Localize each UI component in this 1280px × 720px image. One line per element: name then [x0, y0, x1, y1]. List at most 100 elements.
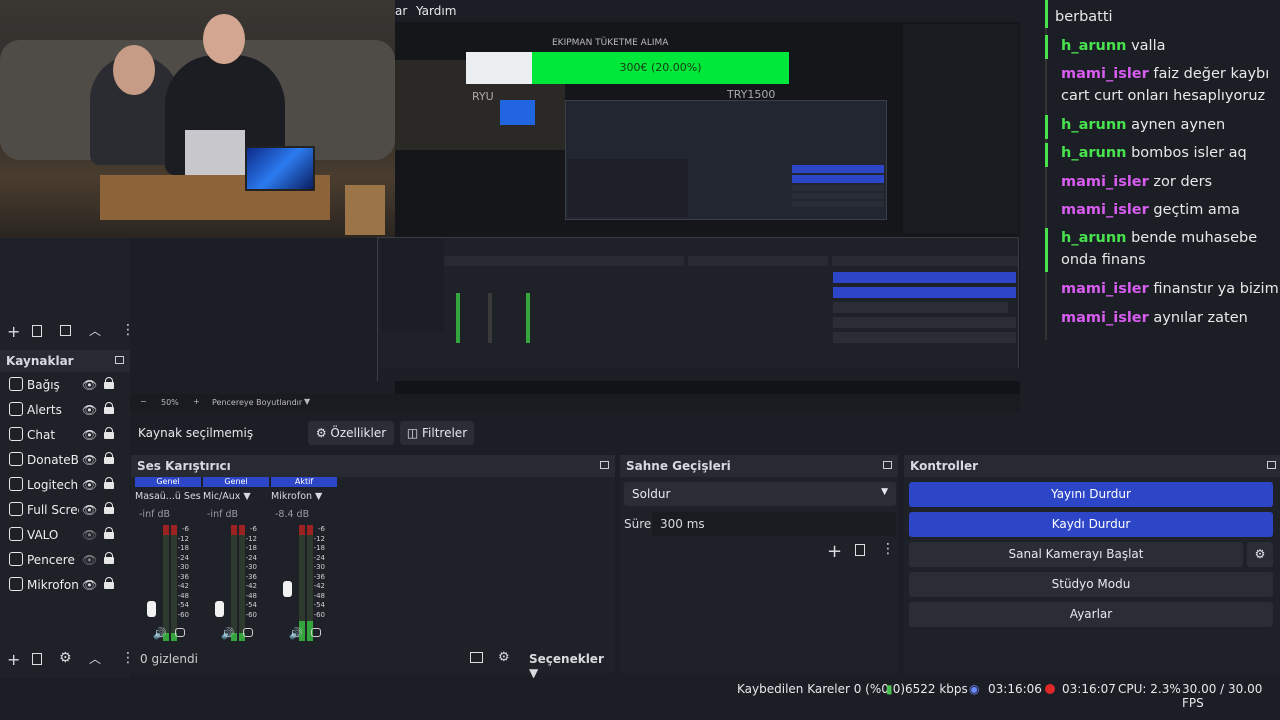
virtual-camera-button[interactable]: Sanal Kamerayı Başlat — [909, 542, 1243, 567]
move-up-icon[interactable]: ︿ — [89, 322, 101, 339]
channel-select[interactable]: Mikrofon ▼ — [271, 491, 341, 502]
menu-bar: ar Yardım — [395, 0, 1020, 22]
source-label: Mikrofon — [27, 578, 79, 592]
source-item[interactable]: Full Screen👁 — [0, 498, 130, 523]
lock-icon[interactable] — [104, 452, 114, 464]
source-label: Alerts — [27, 403, 62, 417]
zoom-out-button[interactable]: − — [140, 397, 147, 406]
undock-icon[interactable] — [883, 461, 892, 469]
gear-icon[interactable]: ⚙ — [1247, 542, 1273, 567]
eye-icon[interactable]: 👁 — [82, 403, 97, 417]
dropped-frames: Kaybedilen Kareler 0 (%0.0) — [737, 682, 906, 696]
stop-stream-button[interactable]: Yayını Durdur — [909, 482, 1273, 507]
source-item[interactable]: VALO 👁 — [0, 523, 130, 548]
speaker-icon[interactable]: 🔊 — [289, 627, 303, 640]
transition-select[interactable]: Soldur ▼ — [624, 482, 896, 506]
more-icon[interactable]: ⋮ — [121, 322, 135, 338]
move-up-icon[interactable]: ︿ — [89, 650, 101, 667]
remove-source-icon[interactable] — [32, 653, 42, 665]
lock-icon[interactable] — [104, 427, 114, 439]
source-item[interactable]: DonateBa👁 — [0, 448, 130, 473]
chevron-down-icon[interactable]: ▼ — [304, 397, 310, 406]
scenes-toolbar: + ︿ ⋮ — [0, 322, 135, 344]
source-item[interactable]: Bağış 👁 — [0, 373, 130, 398]
eye-icon[interactable]: 👁 — [82, 578, 97, 592]
studio-mode-button[interactable]: Stüdyo Modu — [909, 572, 1273, 597]
options-dropdown[interactable]: Seçenekler ▼ — [529, 652, 615, 680]
gear-icon[interactable]: ⚙ — [498, 650, 510, 665]
nested-chat-copy — [903, 24, 1018, 234]
sources-header: Kaynaklar — [0, 350, 130, 372]
bitrate: 6522 kbps — [905, 682, 968, 696]
audio-settings-icon[interactable] — [243, 628, 253, 637]
stream-icon: ◉ — [969, 682, 980, 696]
undock-icon[interactable] — [1267, 461, 1276, 469]
zoom-in-button[interactable]: + — [193, 397, 200, 406]
volume-fader[interactable] — [283, 581, 292, 597]
more-icon[interactable]: ⋮ — [881, 541, 895, 557]
meter-tick: -54 — [313, 601, 325, 609]
meter-tick: -12 — [313, 534, 325, 543]
undock-icon[interactable] — [600, 461, 609, 469]
volume-fader[interactable] — [147, 601, 156, 617]
remove-transition-icon[interactable] — [855, 544, 865, 556]
add-source-icon[interactable]: + — [7, 650, 20, 669]
stop-recording-button[interactable]: Kaydı Durdur — [909, 512, 1273, 537]
meter-tick: -24 — [245, 553, 257, 562]
channel-tag: Genel — [135, 477, 201, 487]
chat-text: finanstır ya bizim — [1153, 281, 1279, 297]
lock-icon[interactable] — [104, 402, 114, 414]
gear-icon[interactable]: ⚙ — [59, 650, 72, 666]
layout-icon[interactable] — [470, 652, 483, 663]
mixer-header: Ses Karıştırıcı — [131, 455, 615, 477]
settings-button[interactable]: Ayarlar — [909, 602, 1273, 627]
lock-icon[interactable] — [104, 377, 114, 389]
eye-icon[interactable]: 👁 — [82, 378, 97, 392]
volume-fader[interactable] — [215, 601, 224, 617]
lock-icon[interactable] — [104, 552, 114, 564]
source-item[interactable]: Logitech 👁 — [0, 473, 130, 498]
source-item[interactable]: Pencere Y👁 — [0, 548, 130, 573]
channel-select[interactable]: Masaü...ü Ses ▼ — [135, 491, 205, 502]
source-type-icon — [9, 402, 23, 416]
person-right-head — [203, 14, 245, 64]
eye-off-icon[interactable]: 👁 — [82, 528, 97, 542]
eye-icon[interactable]: 👁 — [82, 428, 97, 442]
eye-off-icon[interactable]: 👁 — [82, 553, 97, 567]
channel-db: -inf dB — [207, 509, 239, 520]
filters-button[interactable]: ◫ Filtreler — [400, 421, 474, 445]
duration-input[interactable]: 300 ms — [652, 512, 896, 536]
chat-text: aynen aynen — [1131, 117, 1226, 133]
lock-icon[interactable] — [104, 502, 114, 514]
fit-window-button[interactable]: Pencereye Boyutlandır — [212, 398, 302, 407]
controls-title: Kontroller — [910, 459, 979, 473]
audio-settings-icon[interactable] — [311, 628, 321, 637]
chat-text: zor ders — [1153, 174, 1213, 190]
remove-scene-icon[interactable] — [32, 325, 42, 337]
undock-icon[interactable] — [115, 356, 124, 364]
channel-tag: Genel — [203, 477, 269, 487]
channel-db: -inf dB — [139, 509, 171, 520]
menu-item-partial[interactable]: ar — [395, 4, 407, 18]
speaker-icon[interactable]: 🔊 — [153, 627, 167, 640]
source-label: Logitech — [27, 478, 79, 492]
meter-tick: -36 — [313, 572, 325, 581]
menu-item-help[interactable]: Yardım — [416, 4, 456, 18]
source-item[interactable]: Alerts 👁 — [0, 398, 130, 423]
lock-icon[interactable] — [104, 527, 114, 539]
lock-icon[interactable] — [104, 477, 114, 489]
chat-overlay: berbatti h_arunn valla mami_isler faiz d… — [1045, 0, 1280, 340]
speaker-icon[interactable]: 🔊 — [221, 627, 235, 640]
add-scene-icon[interactable]: + — [7, 322, 20, 341]
properties-button[interactable]: ⚙ Özellikler — [308, 421, 394, 445]
add-transition-icon[interactable]: + — [827, 541, 842, 562]
eye-icon[interactable]: 👁 — [82, 453, 97, 467]
lock-icon[interactable] — [104, 577, 114, 589]
channel-select[interactable]: Mic/Aux ▼ — [203, 491, 273, 502]
eye-icon[interactable]: 👁 — [82, 478, 97, 492]
audio-settings-icon[interactable] — [175, 628, 185, 637]
source-item[interactable]: Mikrofon 👁 — [0, 573, 130, 598]
scene-filter-icon[interactable] — [60, 325, 71, 336]
source-item[interactable]: Chat 👁 — [0, 423, 130, 448]
eye-icon[interactable]: 👁 — [82, 503, 97, 517]
